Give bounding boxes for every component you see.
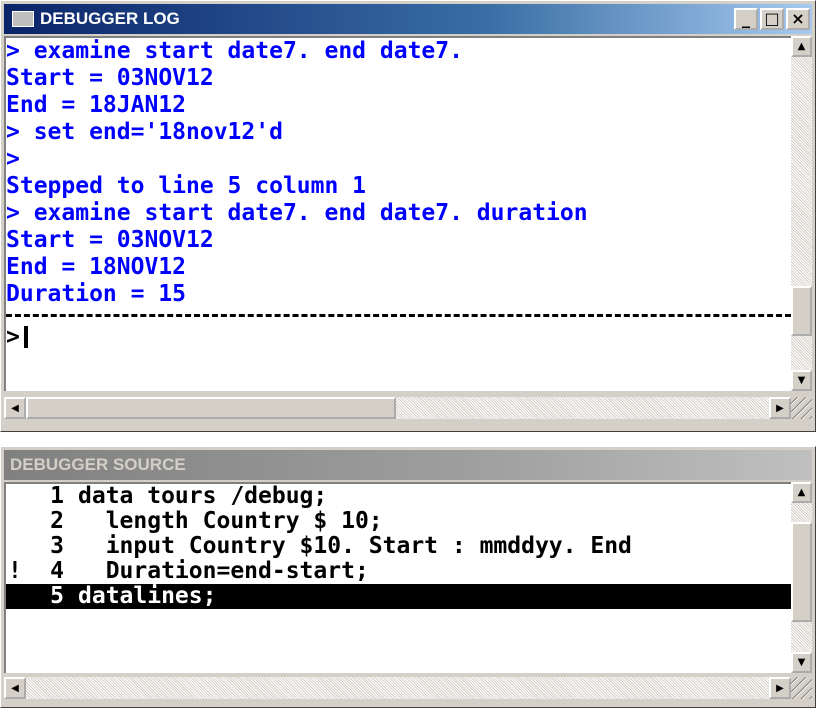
close-button[interactable]: × bbox=[786, 8, 810, 30]
line-number: 4 bbox=[50, 558, 64, 584]
breakpoint-flag bbox=[6, 509, 28, 534]
source-vertical-scrollbar[interactable]: ▲ ▼ bbox=[791, 482, 812, 673]
log-line: Start = 03NOV12 bbox=[6, 65, 214, 91]
breakpoint-flag bbox=[6, 584, 28, 609]
text-caret bbox=[23, 326, 28, 348]
arrow-right-icon[interactable]: ▶ bbox=[769, 397, 791, 419]
log-line: > examine start date7. end date7. bbox=[6, 38, 463, 64]
breakpoint-flag: ! bbox=[8, 558, 22, 584]
source-line[interactable]: ! 4 Duration=end-start; bbox=[6, 559, 791, 584]
command-prompt: > bbox=[6, 324, 20, 350]
log-title: DEBUGGER LOG bbox=[40, 9, 180, 28]
arrow-right-icon[interactable]: ▶ bbox=[769, 677, 791, 699]
app-icon bbox=[12, 11, 34, 27]
arrow-up-icon[interactable]: ▲ bbox=[791, 482, 812, 503]
log-horizontal-scrollbar[interactable]: ◀ ▶ bbox=[4, 397, 791, 419]
arrow-left-icon[interactable]: ◀ bbox=[4, 397, 26, 419]
maximize-button[interactable]: □ bbox=[760, 8, 784, 30]
log-line: Stepped to line 5 column 1 bbox=[6, 173, 367, 199]
minimize-button[interactable]: _ bbox=[734, 8, 758, 30]
resize-grip[interactable] bbox=[791, 397, 812, 419]
breakpoint-flag bbox=[6, 534, 28, 559]
arrow-up-icon[interactable]: ▲ bbox=[791, 36, 812, 57]
breakpoint-flag bbox=[6, 484, 28, 509]
line-number: 5 bbox=[50, 583, 64, 609]
arrow-down-icon[interactable]: ▼ bbox=[791, 370, 812, 391]
arrow-left-icon[interactable]: ◀ bbox=[4, 677, 26, 699]
log-vertical-scrollbar[interactable]: ▲ ▼ bbox=[791, 36, 812, 391]
scroll-thumb[interactable] bbox=[791, 522, 812, 622]
source-code: input Country $10. Start : mmddyy. End bbox=[78, 533, 632, 559]
log-line: End = 18NOV12 bbox=[6, 254, 187, 280]
source-title: DEBUGGER SOURCE bbox=[10, 455, 186, 474]
line-number: 1 bbox=[50, 483, 64, 509]
scroll-thumb[interactable] bbox=[791, 286, 812, 336]
log-line: End = 18JAN12 bbox=[6, 92, 187, 118]
arrow-down-icon[interactable]: ▼ bbox=[791, 652, 812, 673]
source-horizontal-scrollbar[interactable]: ◀ ▶ bbox=[4, 677, 791, 699]
log-titlebar[interactable]: DEBUGGER LOG _ □ × bbox=[4, 4, 812, 34]
source-titlebar[interactable]: DEBUGGER SOURCE bbox=[4, 450, 812, 480]
caption-buttons: _ □ × bbox=[734, 8, 810, 30]
source-line[interactable]: 1 data tours /debug; bbox=[6, 484, 791, 509]
log-line: > bbox=[6, 146, 20, 172]
source-line[interactable]: 3 input Country $10. Start : mmddyy. End bbox=[6, 534, 791, 559]
log-line: Start = 03NOV12 bbox=[6, 227, 214, 253]
scroll-thumb[interactable] bbox=[26, 397, 396, 419]
source-code: data tours /debug; bbox=[78, 483, 328, 509]
debugger-source-window: DEBUGGER SOURCE 1 data tours /debug; 2 l… bbox=[0, 446, 816, 708]
line-number: 2 bbox=[50, 508, 64, 534]
log-line: Duration = 15 bbox=[6, 281, 187, 307]
debugger-log-window: DEBUGGER LOG _ □ × > examine start date7… bbox=[0, 0, 816, 432]
current-source-line[interactable]: 5 datalines; bbox=[6, 584, 791, 609]
resize-grip[interactable] bbox=[791, 677, 812, 699]
source-code: length Country $ 10; bbox=[78, 508, 383, 534]
log-line: > examine start date7. end date7. durati… bbox=[6, 200, 588, 226]
command-line[interactable]: > bbox=[6, 324, 791, 350]
source-code: datalines; bbox=[78, 583, 217, 609]
source-content[interactable]: 1 data tours /debug; 2 length Country $ … bbox=[4, 482, 791, 673]
log-divider bbox=[6, 314, 791, 318]
log-content[interactable]: > examine start date7. end date7. Start … bbox=[4, 36, 791, 391]
line-number: 3 bbox=[50, 533, 64, 559]
log-line: > set end='18nov12'd bbox=[6, 119, 283, 145]
source-line[interactable]: 2 length Country $ 10; bbox=[6, 509, 791, 534]
source-code: Duration=end-start; bbox=[78, 558, 369, 584]
